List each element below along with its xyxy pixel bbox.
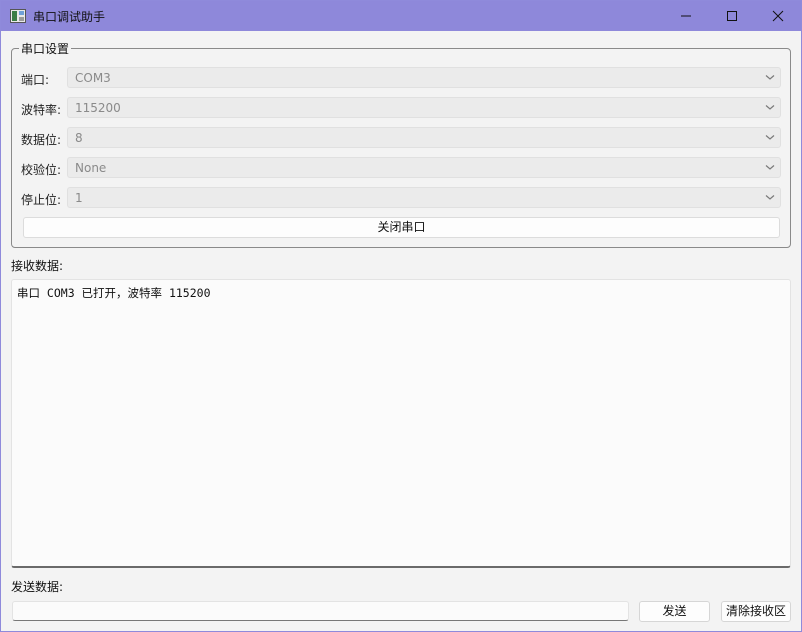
stop-bits-value: 1 — [75, 191, 83, 205]
close-port-button[interactable]: 关闭串口 — [23, 217, 780, 238]
baud-rate-label: 波特率: — [21, 103, 62, 117]
maximize-button[interactable] — [709, 1, 755, 31]
receive-text: 串口 COM3 已打开，波特率 115200 — [17, 286, 211, 300]
receive-label: 接收数据: — [11, 259, 64, 273]
close-window-button[interactable] — [755, 1, 801, 31]
send-input[interactable] — [12, 601, 629, 621]
baud-rate-value: 115200 — [75, 101, 121, 115]
baud-rate-select[interactable]: 115200 — [67, 97, 781, 118]
clear-receive-button[interactable]: 清除接收区 — [721, 601, 791, 622]
app-window: 串口调试助手 串口设置 端口: COM3 波特率: 115200 数据位: 8 … — [0, 0, 802, 632]
chevron-down-icon — [765, 75, 775, 80]
parity-label: 校验位: — [21, 163, 62, 177]
stop-bits-label: 停止位: — [21, 193, 62, 207]
serial-settings-title: 串口设置 — [19, 40, 72, 57]
port-label: 端口: — [21, 73, 50, 87]
minimize-button[interactable] — [663, 1, 709, 31]
receive-textarea[interactable]: 串口 COM3 已打开，波特率 115200 — [11, 279, 791, 568]
minimize-icon — [681, 15, 691, 17]
parity-value: None — [75, 161, 107, 175]
app-icon — [10, 9, 26, 23]
port-select[interactable]: COM3 — [67, 67, 781, 88]
parity-select[interactable]: None — [67, 157, 781, 178]
stop-bits-select[interactable]: 1 — [67, 187, 781, 208]
close-icon — [772, 10, 784, 22]
port-value: COM3 — [75, 71, 111, 85]
data-bits-value: 8 — [75, 131, 83, 145]
data-bits-select[interactable]: 8 — [67, 127, 781, 148]
maximize-icon — [727, 11, 737, 21]
data-bits-label: 数据位: — [21, 133, 62, 147]
send-label: 发送数据: — [11, 580, 64, 594]
chevron-down-icon — [765, 165, 775, 170]
window-title: 串口调试助手 — [33, 10, 106, 24]
chevron-down-icon — [765, 105, 775, 110]
chevron-down-icon — [765, 135, 775, 140]
title-bar[interactable]: 串口调试助手 — [1, 1, 801, 31]
chevron-down-icon — [765, 195, 775, 200]
send-button[interactable]: 发送 — [639, 601, 710, 622]
